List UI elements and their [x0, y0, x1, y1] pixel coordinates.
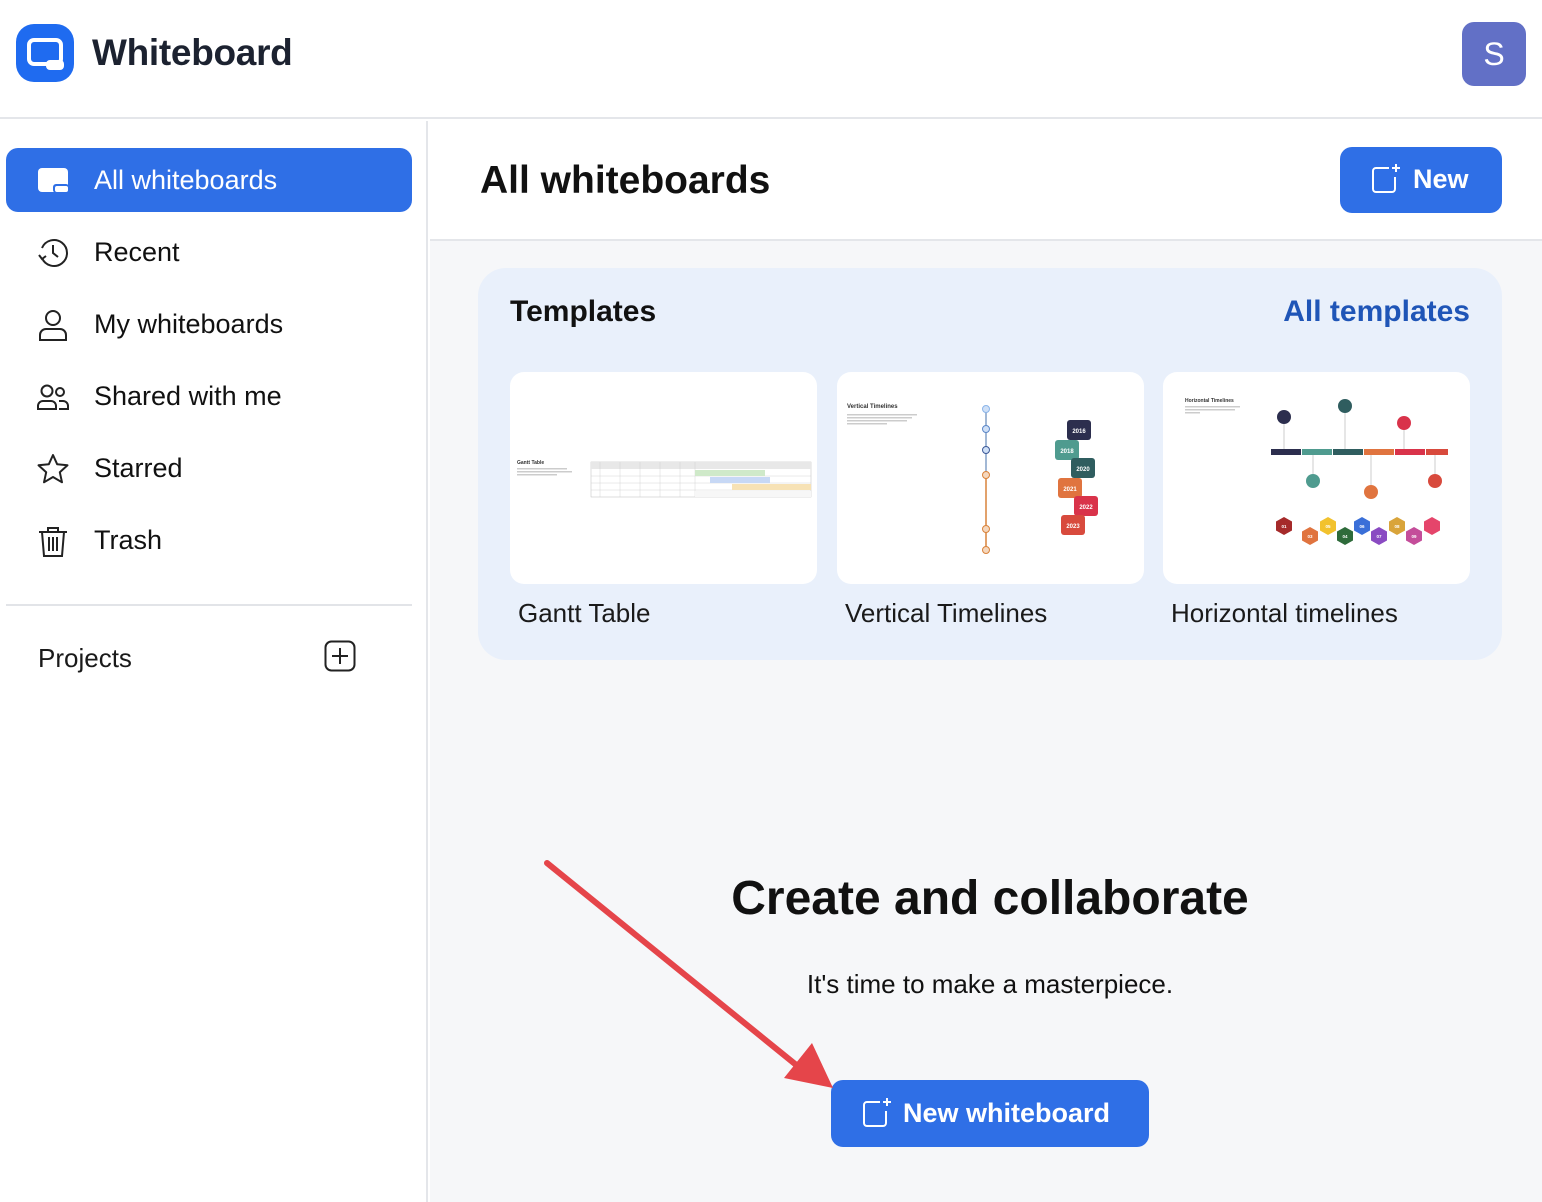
node-label: 06: [1359, 524, 1365, 529]
empty-state-title: Create and collaborate: [731, 872, 1249, 925]
sidebar-divider: [6, 604, 412, 606]
template-label: Gantt Table: [518, 598, 651, 628]
user-avatar[interactable]: S: [1462, 22, 1526, 86]
gantt-table-thumbnail: Gantt Table: [517, 460, 812, 498]
main-content: All whiteboards New Templates All templa…: [430, 121, 1542, 1202]
thumb-title: Gantt Table: [517, 460, 544, 466]
sidebar-item-label: Trash: [94, 525, 163, 555]
sidebar-item-my-whiteboards[interactable]: My whiteboards: [6, 292, 412, 356]
users-icon: [37, 384, 69, 410]
sidebar: All whiteboards Recent My whiteboards Sh…: [0, 121, 428, 1202]
sidebar-item-label: Starred: [94, 453, 183, 483]
empty-state-subtitle: It's time to make a masterpiece.: [806, 969, 1174, 999]
node-label: 09: [1411, 534, 1417, 539]
template-label: Horizontal timelines: [1171, 598, 1398, 628]
template-card-horizontal-timelines[interactable]: Horizontal Timelines 01 03 05 04 06 07 0…: [1163, 372, 1470, 584]
sidebar-item-label: Shared with me: [94, 381, 282, 411]
thumb-title: Horizontal Timelines: [1185, 398, 1234, 404]
node-label: 05: [1325, 524, 1331, 529]
year-label: 2023: [1066, 524, 1080, 530]
main-header: All whiteboards New: [430, 121, 1542, 241]
user-icon: [39, 310, 67, 341]
new-button-label: New: [1413, 164, 1469, 194]
node-label: 03: [1307, 534, 1313, 539]
year-label: 2021: [1063, 487, 1077, 493]
node-label: 04: [1342, 534, 1348, 539]
clock-icon: [38, 239, 68, 267]
horizontal-timelines-thumbnail: Horizontal Timelines 01 03 05 04 06 07 0…: [1185, 398, 1448, 545]
projects-label: Projects: [38, 643, 132, 673]
sidebar-item-recent[interactable]: Recent: [6, 220, 412, 284]
new-board-icon: [1372, 164, 1400, 193]
star-icon: [37, 454, 69, 484]
whiteboard-icon: [38, 168, 69, 193]
whiteboard-logo-icon[interactable]: [16, 24, 74, 82]
sidebar-item-label: All whiteboards: [94, 165, 278, 195]
page-title: All whiteboards: [480, 159, 771, 202]
new-whiteboard-button[interactable]: New whiteboard: [831, 1080, 1149, 1147]
node-label: 01: [1281, 524, 1287, 529]
node-label: 08: [1394, 524, 1400, 529]
year-label: 2018: [1060, 449, 1074, 455]
new-board-icon: [863, 1098, 891, 1127]
sidebar-item-label: My whiteboards: [94, 309, 284, 339]
sidebar-item-starred[interactable]: Starred: [6, 436, 412, 500]
sidebar-item-label: Recent: [94, 237, 180, 267]
templates-panel: Templates All templates Gantt Table Gant: [478, 268, 1502, 660]
new-button[interactable]: New: [1340, 147, 1502, 213]
year-label: 2020: [1076, 467, 1090, 473]
trash-icon: [39, 527, 67, 557]
sidebar-item-shared-with-me[interactable]: Shared with me: [6, 364, 412, 428]
new-whiteboard-label: New whiteboard: [903, 1098, 1111, 1128]
app-title: Whiteboard: [92, 32, 293, 73]
all-templates-link[interactable]: All templates: [1283, 295, 1470, 329]
node-label: 07: [1376, 534, 1382, 539]
top-bar: Whiteboard S: [0, 0, 1542, 119]
sidebar-item-all-whiteboards[interactable]: All whiteboards: [6, 148, 412, 212]
template-card-vertical-timelines[interactable]: Vertical Timelines 2016 2018 2020 2021 2…: [837, 372, 1144, 584]
vertical-timelines-thumbnail: Vertical Timelines 2016 2018 2020 2021 2…: [847, 404, 1098, 554]
sidebar-item-trash[interactable]: Trash: [6, 508, 412, 572]
templates-title: Templates: [510, 295, 657, 328]
year-label: 2016: [1072, 429, 1086, 435]
template-card-gantt-table[interactable]: Gantt Table: [510, 372, 817, 584]
add-project-icon[interactable]: [324, 640, 356, 672]
template-label: Vertical Timelines: [845, 598, 1048, 628]
thumb-title: Vertical Timelines: [847, 404, 898, 410]
year-label: 2022: [1079, 505, 1093, 511]
